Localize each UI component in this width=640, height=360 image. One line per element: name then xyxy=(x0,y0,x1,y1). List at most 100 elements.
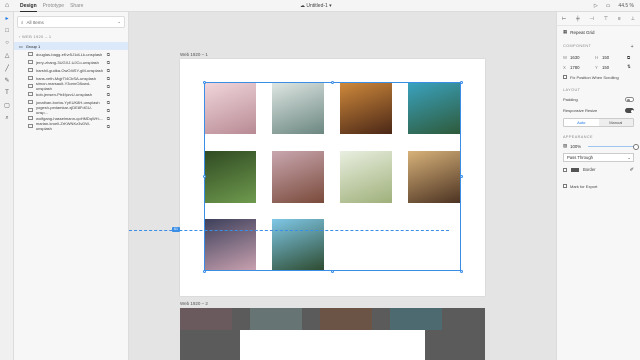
layer-item[interactable]: simon-marsault-Y3omrO8owd-unsplash ⧉ xyxy=(14,81,128,91)
tab-prototype[interactable]: Prototype xyxy=(43,0,64,12)
link-icon: ⧉ xyxy=(106,107,110,113)
align-toolbar: ⊢ ╪ ⊣ ⊤ ≡ ⊥ xyxy=(557,12,640,26)
align-bottom-icon[interactable]: ⊥ xyxy=(631,16,635,22)
desktop-preview-icon[interactable]: ▷ xyxy=(594,3,598,9)
x-field[interactable]: 1780 xyxy=(570,65,592,70)
image-icon xyxy=(28,116,33,120)
size-row: W 1630 H 150 ⧉ xyxy=(563,54,631,60)
align-center-icon[interactable]: ╪ xyxy=(576,16,580,22)
properties-panel: ⊢ ╪ ⊣ ⊤ ≡ ⊥ ▦ Repeat Grid COMPONENT + W … xyxy=(556,12,640,360)
resize-handle[interactable] xyxy=(202,174,206,178)
tab-design[interactable]: Design xyxy=(20,0,37,12)
search-icon: ⌕ xyxy=(21,19,24,25)
line-tool-icon[interactable]: ╱ xyxy=(0,62,14,75)
resize-handle[interactable] xyxy=(459,269,463,273)
folder-icon: ▭ xyxy=(19,43,23,49)
link-icon: ⧉ xyxy=(106,115,110,121)
layers-breadcrumb[interactable]: ‹ WEB 1920 – 1 xyxy=(19,34,123,39)
document-title[interactable]: ☁ Untitled-1 ▾ xyxy=(300,0,332,12)
home-icon[interactable]: ⌂ xyxy=(0,0,14,12)
layout-section: LAYOUT xyxy=(563,88,581,92)
ellipse-tool-icon[interactable]: ○ xyxy=(0,37,14,50)
responsive-resize-toggle[interactable] xyxy=(625,108,634,113)
layers-search[interactable]: ⌕ All Items ⌄ xyxy=(17,16,125,28)
artboard-1[interactable] xyxy=(180,59,485,296)
artboard-2-label[interactable]: Web 1920 – 2 xyxy=(180,301,208,306)
link-icon: ⧉ xyxy=(106,83,110,89)
resize-handle[interactable] xyxy=(459,80,463,84)
layer-group[interactable]: ▭ Group 1 xyxy=(14,42,128,50)
seg-manual[interactable]: Manual xyxy=(598,119,633,126)
resize-handle[interactable] xyxy=(202,80,206,84)
lock-aspect-icon[interactable]: ⧉ xyxy=(627,55,630,60)
grid-icon: ▦ xyxy=(563,29,568,34)
resize-handle[interactable] xyxy=(202,269,206,273)
rectangle-tool-icon[interactable]: □ xyxy=(0,25,14,38)
artboard-2-content xyxy=(240,330,425,360)
layer-item-label: wolfgang-hasselmann-qoHMDqWH-... xyxy=(36,115,104,121)
polygon-tool-icon[interactable]: △ xyxy=(0,50,14,63)
tab-share[interactable]: Share xyxy=(70,0,83,12)
image-icon xyxy=(28,124,33,128)
artboard-1-label[interactable]: Web 1920 – 1 xyxy=(180,52,208,57)
layer-item[interactable]: douglas-bagg-eKvr5J1dLLk-unsplash ⧉ xyxy=(14,50,128,58)
align-middle-icon[interactable]: ≡ xyxy=(618,16,621,22)
link-icon: ⧉ xyxy=(106,99,110,105)
zoom-tool-icon[interactable]: ⌕ xyxy=(0,112,14,125)
y-field[interactable]: 150 xyxy=(602,65,624,70)
design-canvas[interactable]: Web 1920 – 1 61 Web 1920 – 2 xyxy=(129,12,556,360)
layer-item-label: jonathan-borba-YyKUK8H-unsplash xyxy=(36,99,100,105)
opacity-slider[interactable] xyxy=(588,144,640,150)
repeat-grid-button[interactable]: ▦ Repeat Grid xyxy=(557,26,640,38)
component-section: COMPONENT + xyxy=(563,44,634,50)
artboard-2[interactable] xyxy=(180,308,485,360)
fix-position-checkbox[interactable] xyxy=(563,75,567,79)
add-component-icon[interactable]: + xyxy=(631,44,634,50)
layer-item[interactable]: yogesh-pedamkar-xjDE8FdGU-unsp... ⧉ xyxy=(14,105,128,115)
align-top-icon[interactable]: ⊤ xyxy=(604,16,608,22)
pen-tool-icon[interactable]: ✎ xyxy=(0,75,14,88)
image-icon xyxy=(28,84,33,88)
image-icon xyxy=(28,92,33,96)
border-color-swatch[interactable] xyxy=(571,167,579,172)
text-tool-icon[interactable]: T xyxy=(0,87,14,100)
fix-position-row[interactable]: Fix Position When Scrolling xyxy=(557,72,640,82)
resize-handle[interactable] xyxy=(330,80,334,84)
blend-mode-select[interactable]: Pass Through ⌄ xyxy=(563,153,634,162)
zoom-level[interactable]: 44.5 % xyxy=(618,3,634,9)
mark-export-checkbox[interactable] xyxy=(563,184,567,188)
artboard-tool-icon[interactable]: ▢ xyxy=(0,100,14,113)
border-checkbox[interactable] xyxy=(563,167,567,172)
chevron-down-icon: ▾ xyxy=(327,3,332,9)
padding-toggle[interactable] xyxy=(625,97,634,102)
mobile-preview-icon[interactable]: ▭ xyxy=(606,3,611,9)
chevron-down-icon: ⌄ xyxy=(627,155,631,160)
seg-auto[interactable]: Auto xyxy=(564,119,599,126)
mark-export-row[interactable]: Mark for Export xyxy=(557,181,640,191)
flip-icon[interactable]: ⇅ xyxy=(627,64,631,70)
align-right-icon[interactable]: ⊣ xyxy=(590,16,594,22)
selection-box[interactable] xyxy=(204,82,461,271)
align-left-icon[interactable]: ⊢ xyxy=(562,16,566,22)
layer-item[interactable]: jerry-zhang-3UGXJ-UJCo-unsplash ⧉ xyxy=(14,58,128,66)
opacity-row: ▨ 100% xyxy=(557,141,640,151)
resize-handle[interactable] xyxy=(459,174,463,178)
height-field[interactable]: 150 xyxy=(602,55,624,60)
layer-item[interactable]: marian-kroell-ZrKWNKz3vDW-unsplash ⧉ xyxy=(14,121,128,131)
padding-row: Padding xyxy=(557,94,640,105)
image-icon xyxy=(28,100,33,104)
layer-item-label: bob-jensen-Ptr4fpzvU-unsplash xyxy=(36,91,93,97)
layers-panel: ⌕ All Items ⌄ ‹ WEB 1920 – 1 ▭ Group 1 d… xyxy=(14,12,129,360)
layer-item[interactable]: bob-jensen-Ptr4fpzvU-unsplash ⧉ xyxy=(14,90,128,98)
resize-handle[interactable] xyxy=(330,269,334,273)
eyedropper-icon[interactable]: ✐ xyxy=(630,167,634,173)
artboard-2-photo xyxy=(390,308,442,330)
link-icon: ⧉ xyxy=(106,51,110,57)
link-icon: ⧉ xyxy=(106,59,110,65)
width-field[interactable]: 1630 xyxy=(570,55,592,60)
select-tool-icon[interactable]: ▸ xyxy=(0,12,14,25)
chevron-down-icon: ⌄ xyxy=(117,19,121,24)
opacity-field[interactable]: 100% xyxy=(570,144,581,149)
layer-item[interactable]: harshil-gudka-OwO4tSY-gM-unsplash ⧉ xyxy=(14,66,128,74)
artboard-2-photo xyxy=(250,308,302,330)
